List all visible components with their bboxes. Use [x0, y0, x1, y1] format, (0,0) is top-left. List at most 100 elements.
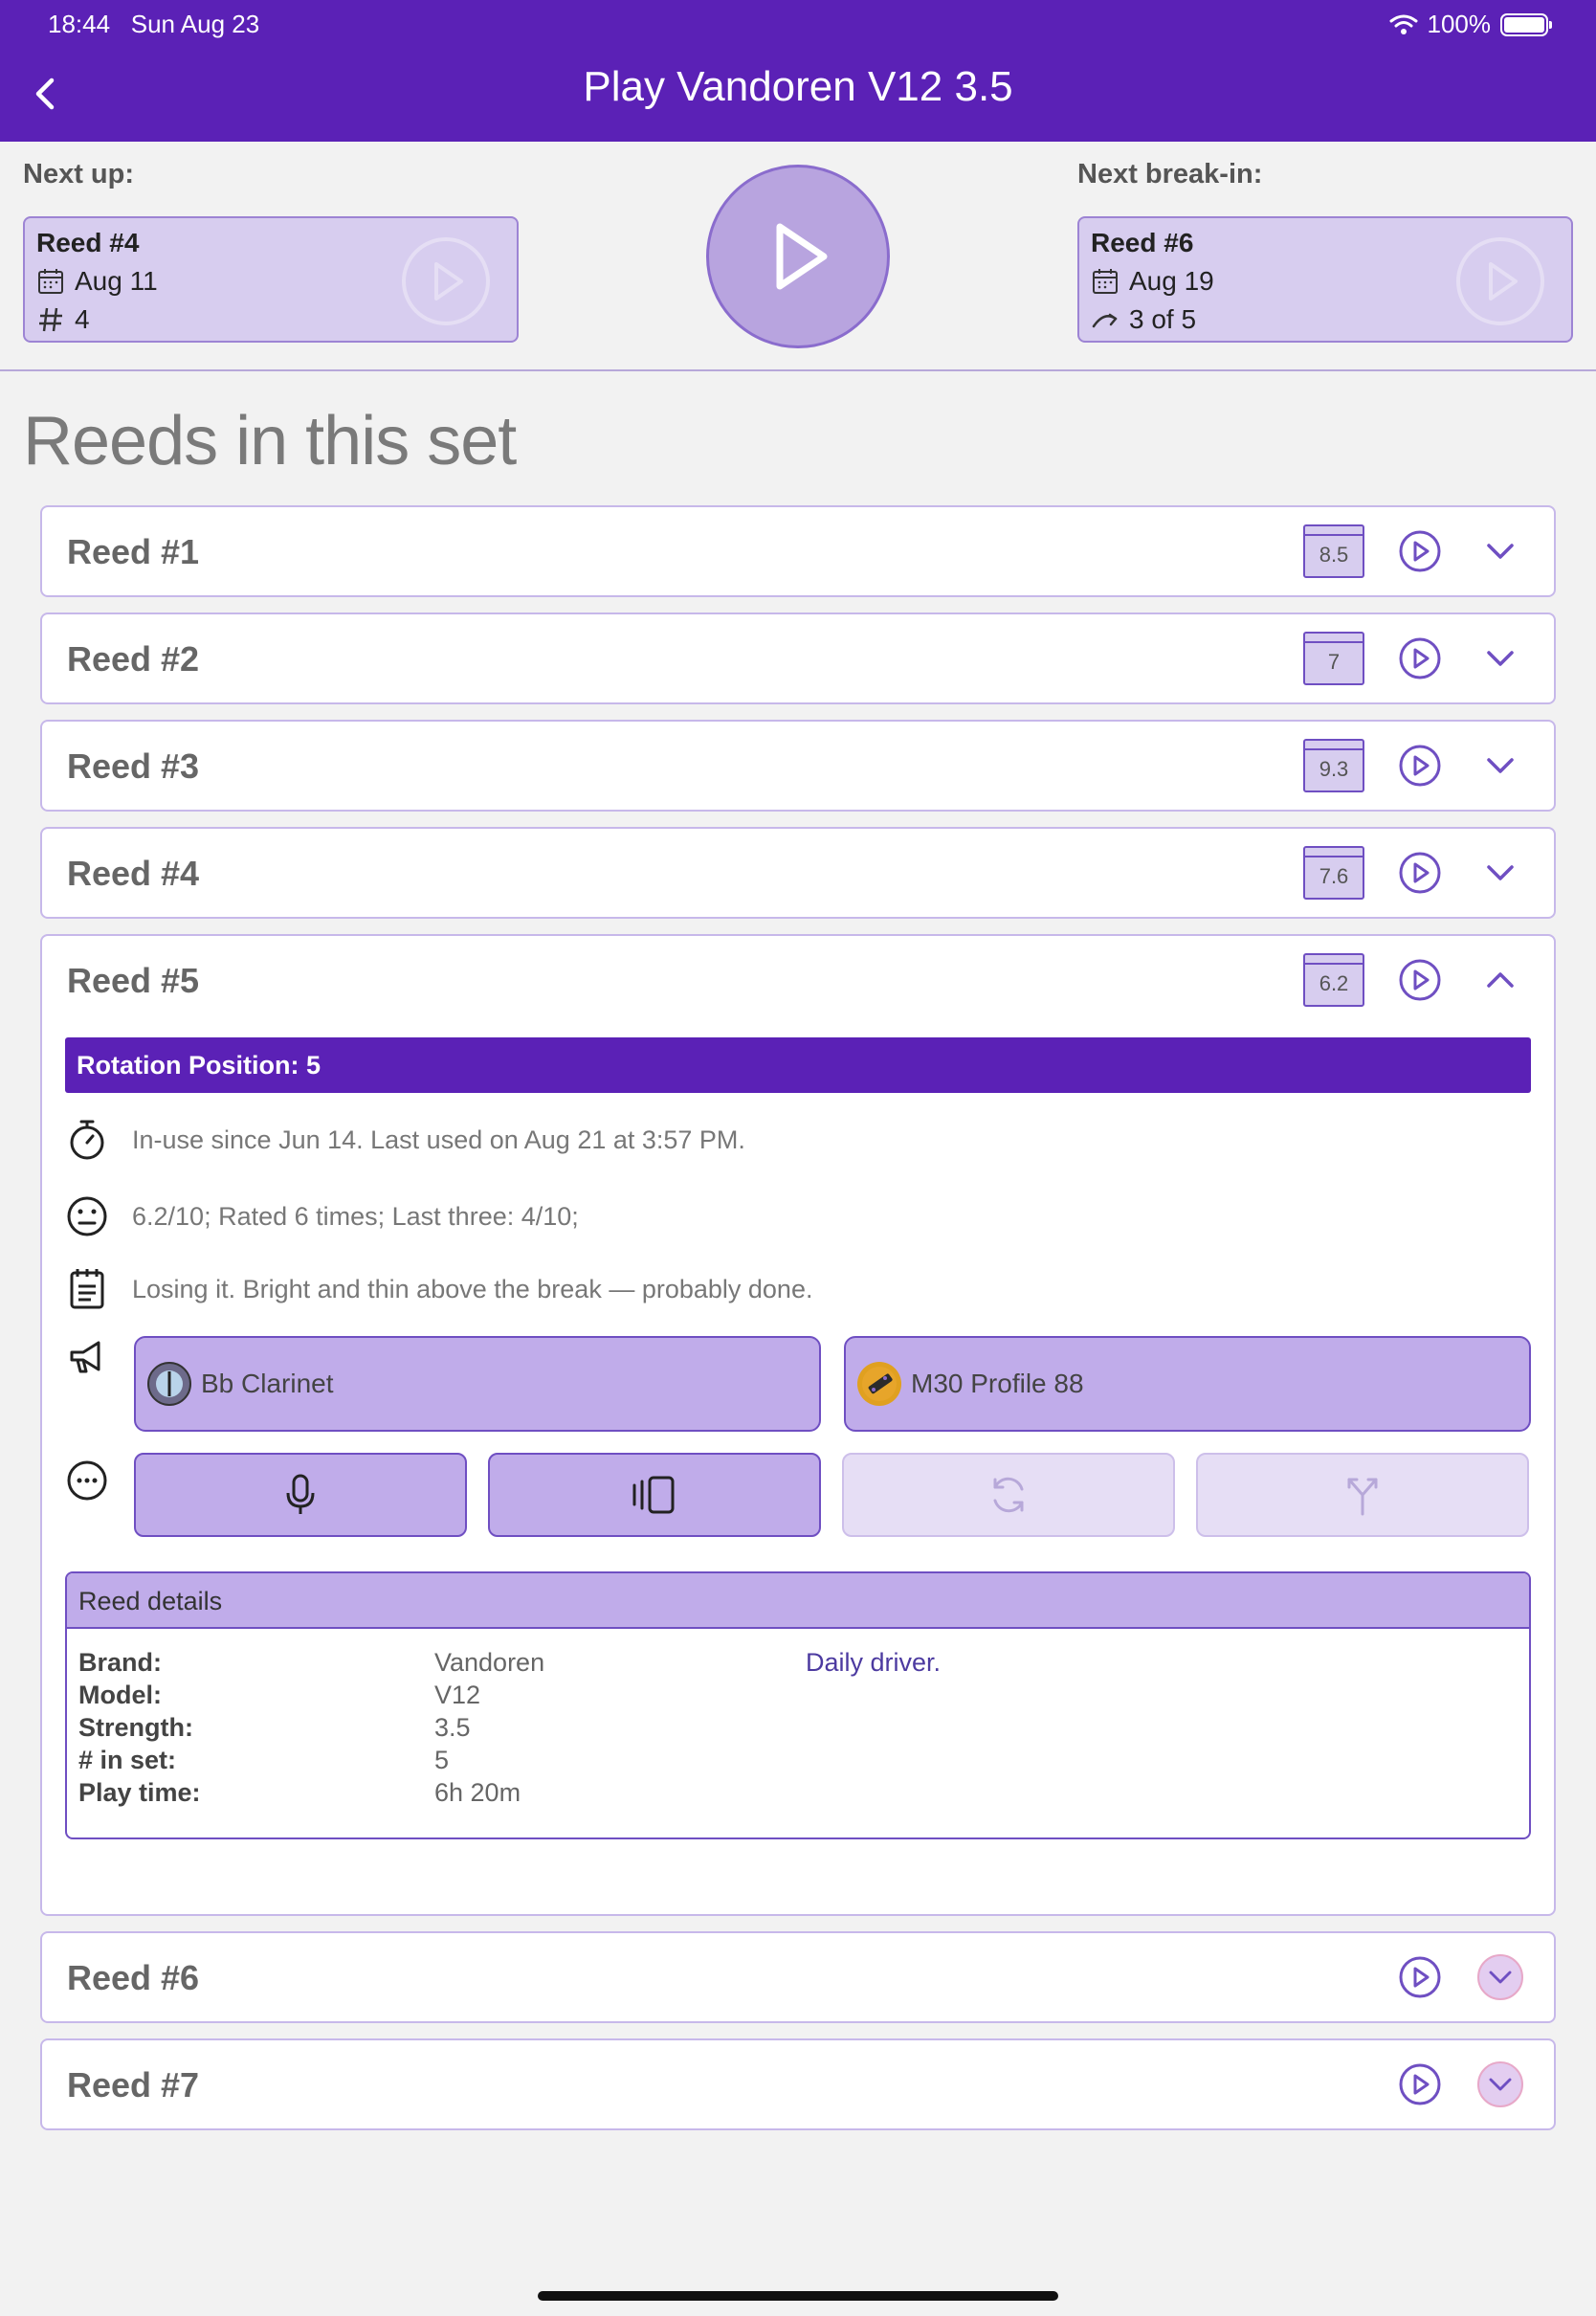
detail-key: Play time: — [78, 1778, 201, 1807]
carousel-icon — [632, 1476, 675, 1514]
reed-name: Reed #3 — [67, 746, 200, 786]
reed-name: Reed #7 — [67, 2065, 200, 2104]
play-icon — [776, 223, 828, 290]
detail-row-strength: Strength: 3.5 — [78, 1713, 1518, 1746]
play-circle-icon — [1399, 959, 1441, 1001]
play-next-button[interactable] — [706, 165, 890, 348]
reed-row-6[interactable]: Reed #6 — [40, 1931, 1556, 2023]
split-arrow-icon — [1347, 1478, 1378, 1516]
play-circle-icon — [1399, 745, 1441, 787]
expand-button[interactable] — [1477, 1954, 1523, 2000]
notes-line: Losing it. Bright and thin above the bre… — [65, 1267, 812, 1311]
collapse-button[interactable] — [1477, 957, 1523, 1003]
detail-key: Strength: — [78, 1713, 193, 1742]
reed-row-7[interactable]: Reed #7 — [40, 2038, 1556, 2130]
instrument-label: Bb Clarinet — [201, 1369, 334, 1398]
expand-button[interactable] — [1477, 635, 1523, 681]
detail-value: 6h 20m — [434, 1778, 521, 1807]
home-indicator[interactable] — [538, 2291, 1058, 2301]
reed-row-2[interactable]: Reed #2 7 — [40, 612, 1556, 704]
notes-text: Losing it. Bright and thin above the bre… — [132, 1274, 813, 1303]
detail-key: # in set: — [78, 1746, 177, 1774]
next-break-in-date: Aug 19 — [1129, 266, 1214, 296]
status-indicators: 100% — [1389, 10, 1552, 39]
mouthpiece-label: M30 Profile 88 — [911, 1369, 1084, 1398]
next-up-label: Next up: — [23, 159, 134, 189]
reed-row-4[interactable]: Reed #4 7.6 — [40, 827, 1556, 919]
calendar-icon — [38, 269, 63, 294]
play-circle-icon — [1399, 530, 1441, 572]
play-reed-button[interactable] — [1397, 635, 1443, 681]
next-break-in-progress: 3 of 5 — [1129, 304, 1197, 334]
status-time: 18:44 Sun Aug 23 — [48, 10, 259, 39]
reed-row-3[interactable]: Reed #3 9.3 — [40, 720, 1556, 812]
next-break-in-card[interactable]: Reed #6 Aug 19 3 of 5 — [1077, 216, 1573, 343]
page-title: Play Vandoren V12 3.5 — [583, 63, 1013, 110]
refresh-button[interactable] — [842, 1453, 1175, 1537]
next-up-date: Aug 11 — [75, 266, 158, 296]
chevron-down-icon — [1489, 2078, 1512, 2091]
reed-header[interactable]: Reed #1 8.5 — [42, 507, 1554, 595]
play-reed-button[interactable] — [1397, 957, 1443, 1003]
split-button[interactable] — [1196, 1453, 1529, 1537]
reed-header[interactable]: Reed #5 6.2 — [42, 936, 1554, 1024]
reed-name: Reed #1 — [67, 532, 200, 571]
chevron-down-icon — [1487, 865, 1514, 880]
rating-badge: 8.5 — [1303, 524, 1364, 578]
hash-icon — [39, 307, 62, 332]
reed-header[interactable]: Reed #3 9.3 — [42, 722, 1554, 810]
reed-name: Reed #6 — [67, 1958, 200, 1997]
expand-button[interactable] — [1477, 2061, 1523, 2107]
status-date: Sun Aug 23 — [130, 10, 260, 38]
reed-name: Reed #5 — [67, 961, 200, 1000]
detail-row-model: Model: V12 — [78, 1681, 1518, 1713]
reed-header[interactable]: Reed #6 — [42, 1933, 1554, 2021]
redo-arrow-icon — [1092, 313, 1118, 328]
reed-header[interactable]: Reed #7 — [42, 2040, 1554, 2128]
play-watermark-icon — [1456, 237, 1544, 325]
ratings-line: 6.2/10; Rated 6 times; Last three: 4/10; — [65, 1194, 579, 1238]
detail-row-inset: # in set: 5 — [78, 1746, 1518, 1778]
section-title: Reeds in this set — [23, 403, 517, 479]
instrument-chip[interactable]: Bb Clarinet — [134, 1336, 821, 1432]
detail-note: Daily driver. — [806, 1648, 942, 1677]
nav-header: 18:44 Sun Aug 23 100% Play Vandoren V12 … — [0, 0, 1596, 142]
reed-header[interactable]: Reed #4 7.6 — [42, 829, 1554, 917]
next-up-card[interactable]: Reed #4 Aug 11 4 — [23, 216, 519, 343]
rotation-position-bar: Rotation Position: 5 — [65, 1037, 1531, 1093]
play-reed-button[interactable] — [1397, 743, 1443, 789]
rating-badge: 7.6 — [1303, 846, 1364, 900]
neutral-face-icon — [65, 1194, 109, 1238]
refresh-icon — [993, 1477, 1024, 1513]
rating-badge: 7 — [1303, 632, 1364, 685]
mouthpiece-icon — [857, 1362, 901, 1406]
detail-key: Model: — [78, 1681, 162, 1709]
status-clock: 18:44 — [48, 10, 111, 38]
play-reed-button[interactable] — [1397, 528, 1443, 574]
expand-button[interactable] — [1477, 850, 1523, 896]
expand-button[interactable] — [1477, 743, 1523, 789]
battery-percent: 100% — [1427, 10, 1492, 38]
play-reed-button[interactable] — [1397, 1954, 1443, 2000]
record-button[interactable] — [134, 1453, 467, 1537]
mouthpiece-chip[interactable]: M30 Profile 88 — [844, 1336, 1531, 1432]
play-circle-icon — [1399, 637, 1441, 679]
wifi-icon — [1389, 14, 1417, 34]
chevron-down-icon — [1487, 544, 1514, 559]
detail-row-brand: Brand: Vandoren — [78, 1648, 1518, 1681]
next-section: Next up: Reed #4 Aug 11 4 Next break-in:… — [0, 142, 1596, 371]
usage-text: In-use since Jun 14. Last used on Aug 21… — [132, 1125, 745, 1154]
reed-details-body: Brand: Vandoren Model: V12 Strength: 3.5 # … — [67, 1629, 1529, 1830]
play-reed-button[interactable] — [1397, 2061, 1443, 2107]
reed-row-1[interactable]: Reed #1 8.5 — [40, 505, 1556, 597]
reed-details-header: Reed details — [67, 1573, 1529, 1629]
play-reed-button[interactable] — [1397, 850, 1443, 896]
rotation-order-button[interactable] — [488, 1453, 821, 1537]
stopwatch-icon — [65, 1118, 109, 1162]
expand-button[interactable] — [1477, 528, 1523, 574]
more-options-icon — [65, 1459, 109, 1503]
clarinet-icon — [147, 1362, 191, 1406]
microphone-icon — [286, 1474, 315, 1514]
usage-line: In-use since Jun 14. Last used on Aug 21… — [65, 1118, 745, 1162]
reed-header[interactable]: Reed #2 7 — [42, 614, 1554, 702]
